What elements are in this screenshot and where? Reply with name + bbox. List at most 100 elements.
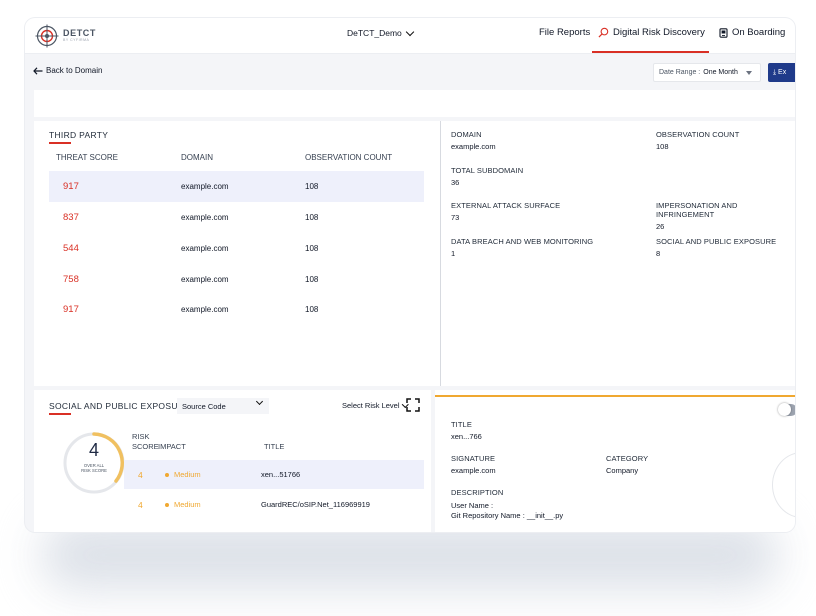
date-range-select[interactable]: Date Range : One Month	[653, 63, 761, 82]
source-select[interactable]: Source Code	[177, 397, 269, 414]
detail-signature: SIGNATURE example.com	[451, 454, 496, 475]
risk-row[interactable]: 4 Medium GuardREC/oSIP.Net_116969919	[124, 490, 424, 519]
decorative-ring	[772, 452, 795, 518]
count-cell: 108	[305, 244, 319, 253]
col-impact: IMPACT	[158, 442, 186, 451]
detail-external-attack-surface-value: 73	[451, 213, 460, 222]
detail-observation-count-value: 108	[656, 142, 669, 151]
nav-digital-risk-discovery[interactable]: Digital Risk Discovery	[598, 27, 705, 38]
detail-social-exposure-label: SOCIAL AND PUBLIC EXPOSURE	[656, 237, 777, 246]
panel-accent-line	[435, 395, 795, 397]
detail-impersonation-value: 26	[656, 222, 665, 231]
threat-score: 837	[63, 212, 79, 223]
detail-data-breach: DATA BREACH AND WEB MONITORING 1	[451, 237, 593, 258]
nav-on-boarding-label: On Boarding	[732, 27, 786, 38]
count-cell: 108	[305, 213, 319, 222]
date-range-label: Date Range :	[659, 69, 701, 76]
threat-score: 917	[63, 181, 79, 192]
panel-divider	[440, 121, 441, 386]
overall-label-line2: RISK SCORE	[81, 468, 107, 473]
detct-logo[interactable]: DETCT BY CYFIRMA	[35, 24, 96, 48]
detail-category-label: CATEGORY	[606, 454, 649, 463]
col-threat-score: THREAT SCORE	[56, 153, 118, 162]
table-row[interactable]: 917 example.com 108	[49, 171, 424, 202]
social-public-exposure-panel: SOCIAL AND PUBLIC EXPOSURE Source Code S…	[34, 390, 431, 532]
table-row[interactable]: 917 example.com 108	[49, 294, 424, 325]
threat-score: 544	[63, 243, 79, 254]
table-row[interactable]: 544 example.com 108	[49, 233, 424, 264]
col-title: TITLE	[264, 442, 285, 451]
top-navigation-bar: DETCT BY CYFIRMA DeTCT_Demo File Reports…	[25, 18, 795, 54]
risk-level-placeholder: Select Risk Level	[342, 401, 400, 410]
title-underline	[49, 142, 71, 144]
third-party-title: THIRD PARTY	[49, 130, 109, 144]
exposure-detail-panel: TITLE xen...766 SIGNATURE example.com CA…	[435, 390, 795, 532]
source-select-value: Source Code	[182, 401, 226, 411]
threat-score: 917	[63, 304, 79, 315]
arrow-left-icon	[33, 66, 43, 75]
impact: Medium	[165, 470, 201, 479]
target-logo-icon	[35, 24, 59, 48]
detail-category: CATEGORY Company	[606, 454, 648, 475]
detail-title-value: xen...766	[451, 432, 482, 441]
expand-icon[interactable]	[406, 398, 420, 412]
search-icon	[598, 27, 609, 38]
logo-text: DETCT	[63, 28, 96, 39]
domain-cell: example.com	[181, 275, 229, 284]
table-row[interactable]: 758 example.com 108	[49, 264, 424, 295]
detail-impersonation: IMPERSONATION AND INFRINGEMENT 26	[656, 201, 795, 231]
detail-toggle[interactable]	[778, 403, 795, 416]
chevron-down-icon	[405, 27, 415, 36]
impact-dot-icon	[165, 472, 169, 477]
detail-external-attack-surface-label: EXTERNAL ATTACK SURFACE	[451, 201, 561, 210]
social-public-exposure-title-text: SOCIAL AND PUBLIC EXPOSURE	[49, 401, 191, 411]
risk-score: 4	[138, 470, 143, 480]
detail-description-label: DESCRIPTION	[451, 488, 504, 497]
detail-total-subdomain-label: TOTAL SUBDOMAIN	[451, 166, 524, 175]
detail-category-value: Company	[606, 466, 639, 475]
export-button[interactable]: ⤓ Ex	[768, 63, 795, 82]
social-public-exposure-title: SOCIAL AND PUBLIC EXPOSURE	[49, 401, 191, 415]
filter-strip	[34, 90, 795, 117]
title-underline	[49, 413, 71, 415]
risk-title: GuardREC/oSIP.Net_116969919	[261, 500, 370, 509]
count-cell: 108	[305, 182, 319, 191]
export-label: ⤓ Ex	[773, 68, 787, 76]
risk-title: xen...51766	[261, 470, 301, 479]
active-nav-indicator	[592, 51, 709, 53]
overall-risk-label: OVER ALL RISK SCORE	[70, 463, 118, 473]
detail-domain-label: DOMAIN	[451, 130, 482, 139]
nav-file-reports-label: File Reports	[539, 27, 591, 38]
logo-subtext: BY CYFIRMA	[63, 38, 90, 43]
table-row[interactable]: 837 example.com 108	[49, 202, 424, 233]
nav-file-reports[interactable]: File Reports	[539, 27, 590, 38]
overall-risk-score: 4	[88, 440, 99, 460]
nav-on-boarding[interactable]: On Boarding	[719, 27, 785, 38]
domain-cell: example.com	[181, 244, 229, 253]
count-cell: 108	[305, 275, 319, 284]
toggle-knob	[778, 403, 791, 416]
col-score-label: SCORE	[132, 442, 159, 451]
detail-domain-value: example.com	[451, 142, 496, 151]
detail-social-exposure: SOCIAL AND PUBLIC EXPOSURE 8	[656, 237, 776, 258]
caret-down-icon	[745, 70, 752, 75]
risk-level-select[interactable]: Select Risk Level	[342, 400, 408, 410]
back-to-domain-link[interactable]: Back to Domain	[33, 66, 102, 75]
impact-dot-icon	[165, 502, 169, 507]
detail-external-attack-surface: EXTERNAL ATTACK SURFACE 73	[451, 201, 560, 222]
org-name: DeTCT_Demo	[347, 28, 402, 38]
detail-description: DESCRIPTION	[451, 488, 503, 497]
risk-row[interactable]: 4 Medium xen...51766	[124, 460, 424, 489]
col-domain: DOMAIN	[181, 153, 213, 162]
sub-header: Back to Domain Date Range : One Month ⤓ …	[25, 54, 795, 90]
threat-score: 758	[63, 274, 79, 285]
description-line: Git Repository Name : __init__.py	[451, 511, 564, 520]
col-risk-label: RISK	[132, 432, 150, 441]
back-label: Back to Domain	[46, 66, 103, 75]
third-party-title-text: THIRD PARTY	[49, 130, 109, 140]
app-window: DETCT BY CYFIRMA DeTCT_Demo File Reports…	[25, 18, 795, 532]
detail-observation-count: OBSERVATION COUNT 108	[656, 130, 739, 151]
detail-title-label: TITLE	[451, 420, 472, 429]
detail-signature-value: example.com	[451, 466, 496, 475]
org-selector[interactable]: DeTCT_Demo	[347, 27, 415, 38]
